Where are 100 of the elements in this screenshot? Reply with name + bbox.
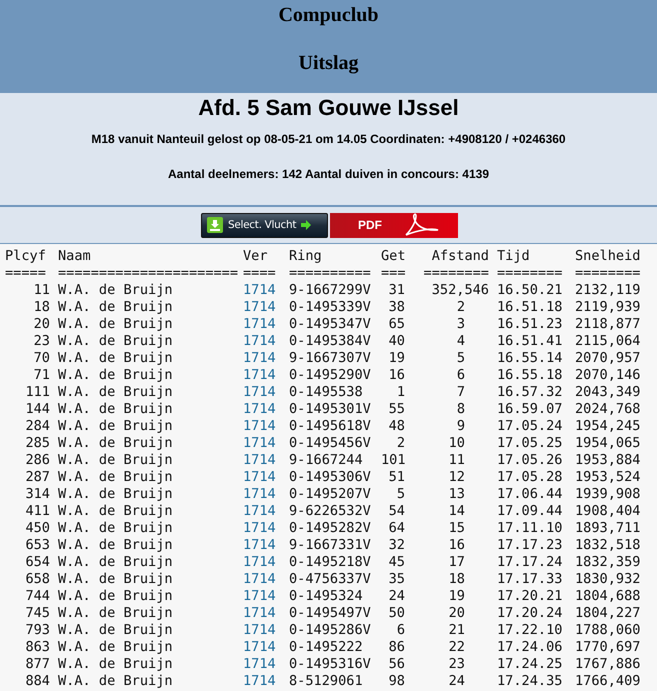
table-cell-text: 65 — [388, 316, 405, 333]
club-link[interactable]: 1714 — [243, 520, 279, 537]
table-cell-text: 1832,518 — [575, 537, 642, 554]
header-rule: === — [381, 265, 405, 282]
club-link[interactable]: 1714 — [243, 469, 279, 486]
club-link[interactable]: 1714 — [243, 605, 279, 622]
table-cell-text: 1770,697 — [575, 639, 642, 656]
table-cell-text: 40 — [388, 333, 405, 350]
table-cell-text: 16.51.23 — [497, 316, 564, 333]
table-cell-text: 0-1495339V — [289, 299, 372, 316]
table-cell-text: 0-1495207V — [289, 486, 372, 503]
club-link[interactable]: 1714 — [243, 435, 279, 452]
table-cell-text: 2132,119 — [575, 282, 642, 299]
table-cell-text: 16.50.21 — [497, 282, 564, 299]
club-link[interactable]: 1714 — [243, 452, 279, 469]
table-cell-text: 0-1495286V — [289, 622, 372, 639]
table-cell-text: W.A. de Bruijn — [58, 452, 174, 469]
table-cell-text: W.A. de Bruijn — [58, 673, 174, 690]
table-cell-text: 18 — [32, 299, 50, 316]
club-link[interactable]: 1714 — [243, 588, 279, 605]
club-link[interactable]: 1714 — [243, 673, 279, 690]
table-cell-text: 13 — [448, 486, 466, 503]
table-cell-text: 71 — [32, 367, 50, 384]
table-cell-text: 9-1667331V — [289, 537, 372, 554]
select-flight-button[interactable]: Select. Vlucht — [201, 212, 328, 238]
table-cell-text: 2118,877 — [575, 316, 642, 333]
table-cell-text: 8 — [456, 401, 466, 418]
table-cell-text: 2070,957 — [575, 350, 642, 367]
table-cell-text: 884 — [24, 673, 50, 690]
table-cell-text: 54 — [388, 503, 405, 520]
table-cell-text: 0-1495222 — [289, 639, 364, 656]
club-link[interactable]: 1714 — [243, 282, 279, 299]
table-cell-text: 1804,688 — [575, 588, 642, 605]
table-cell-text: 658 — [24, 571, 50, 588]
table-cell-text: 9-1667244 — [289, 452, 364, 469]
table-cell-text: W.A. de Bruijn — [58, 367, 174, 384]
club-link[interactable]: 1714 — [243, 656, 279, 673]
table-cell-text: 16.57.32 — [497, 384, 564, 401]
table-cell-text: 24 — [448, 673, 466, 690]
table-cell-text: 653 — [24, 537, 50, 554]
table-cell-text: 1832,359 — [575, 554, 642, 571]
table-cell-text: 411 — [24, 503, 50, 520]
table-cell-text: W.A. de Bruijn — [58, 622, 174, 639]
table-cell-text: 31 — [388, 282, 405, 299]
club-title: Compuclub — [278, 3, 379, 27]
table-cell-text: 314 — [24, 486, 50, 503]
table-cell-text: 2119,939 — [575, 299, 642, 316]
club-link[interactable]: 1714 — [243, 622, 279, 639]
header-rule: ========== — [289, 265, 372, 282]
club-link[interactable]: 1714 — [243, 503, 279, 520]
table-cell-text: 2 — [396, 435, 405, 452]
column-header: Afstand — [430, 248, 489, 265]
club-link[interactable]: 1714 — [243, 401, 279, 418]
club-link[interactable]: 1714 — [243, 384, 279, 401]
table-cell-text: 1908,404 — [575, 503, 642, 520]
table-cell-text: 9-1667307V — [289, 350, 372, 367]
table-cell-text: 9 — [456, 418, 466, 435]
club-link[interactable]: 1714 — [243, 367, 279, 384]
club-link[interactable]: 1714 — [243, 639, 279, 656]
page-title: Uitslag — [298, 51, 358, 75]
column-header: Snelheid — [575, 248, 642, 265]
table-cell-text: 1953,524 — [575, 469, 642, 486]
table-cell-text: 5 — [456, 350, 466, 367]
table-cell-text: W.A. de Bruijn — [58, 486, 174, 503]
table-cell-text: W.A. de Bruijn — [58, 435, 174, 452]
club-link[interactable]: 1714 — [243, 486, 279, 503]
table-cell-text: 9-1667299V — [289, 282, 372, 299]
pdf-button[interactable]: PDF — [330, 212, 458, 238]
participant-counts: Aantal deelnemers: 142 Aantal duiven in concours: 4139 — [168, 167, 489, 181]
club-link[interactable]: 1714 — [243, 571, 279, 588]
table-cell-text: 0-1495316V — [289, 656, 372, 673]
table-cell-text: 0-1495324 — [289, 588, 364, 605]
club-link[interactable]: 1714 — [243, 350, 279, 367]
column-header: Ring — [289, 248, 323, 265]
club-link[interactable]: 1714 — [243, 554, 279, 571]
club-link[interactable]: 1714 — [243, 418, 279, 435]
table-cell-text: 11 — [448, 452, 466, 469]
table-cell-text: 877 — [24, 656, 50, 673]
table-cell-text: 15 — [448, 520, 466, 537]
club-link[interactable]: 1714 — [243, 316, 279, 333]
table-cell-text: 9-6226532V — [289, 503, 372, 520]
table-cell-text: 0-1495218V — [289, 554, 372, 571]
table-cell-text: W.A. de Bruijn — [58, 418, 174, 435]
table-cell-text: 17.17.23 — [497, 537, 564, 554]
table-cell-text: 17.24.06 — [497, 639, 564, 656]
table-cell-text: 0-1495497V — [289, 605, 372, 622]
column-header: Naam — [58, 248, 92, 265]
club-link[interactable]: 1714 — [243, 299, 279, 316]
table-cell-text: 38 — [388, 299, 405, 316]
table-cell-text: W.A. de Bruijn — [58, 588, 174, 605]
table-cell-text: 7 — [456, 384, 466, 401]
table-cell-text: 0-1495290V — [289, 367, 372, 384]
table-cell-text: W.A. de Bruijn — [58, 520, 174, 537]
table-cell-text: W.A. de Bruijn — [58, 384, 174, 401]
table-cell-text: 70 — [32, 350, 50, 367]
club-link[interactable]: 1714 — [243, 333, 279, 350]
club-link[interactable]: 1714 — [243, 537, 279, 554]
table-cell-text: 23 — [32, 333, 50, 350]
table-cell-text: 17.09.44 — [497, 503, 564, 520]
table-cell-text: 287 — [24, 469, 50, 486]
